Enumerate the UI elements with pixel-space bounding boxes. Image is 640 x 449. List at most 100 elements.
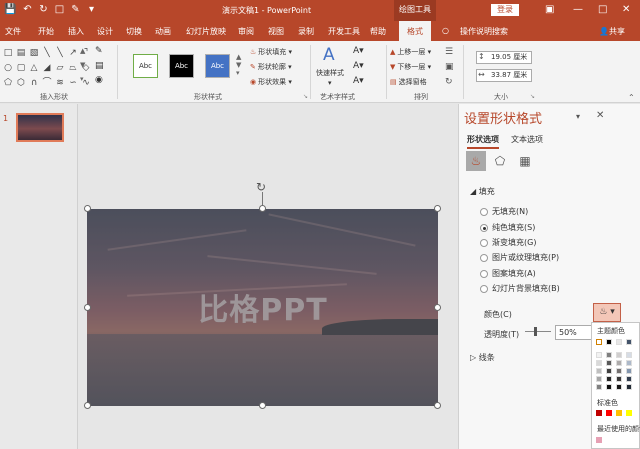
print-preview-icon[interactable]: □ — [54, 4, 64, 16]
standard-color-swatch[interactable] — [616, 410, 622, 416]
send-backward-button[interactable]: ▼ 下移一层 ▾ — [390, 62, 431, 72]
shape-trapezoid-icon[interactable]: ⏢ — [67, 62, 79, 74]
shape-rectangle-icon[interactable]: □ — [2, 47, 14, 59]
shape-textbox-icon[interactable]: ▤ — [15, 47, 27, 59]
tab-help[interactable]: 帮助 — [370, 26, 386, 37]
style-scroll-icon[interactable]: ▲ ▼ ▾ — [236, 53, 241, 77]
resize-handle-mr[interactable] — [434, 304, 441, 311]
tab-shape-options[interactable]: 形状选项 — [467, 134, 499, 149]
transparency-slider-thumb[interactable] — [534, 327, 537, 336]
resize-handle-bl[interactable] — [84, 402, 91, 409]
theme-color-swatch[interactable] — [626, 368, 632, 374]
format-painter-icon[interactable]: ✎ — [70, 4, 80, 16]
transparency-input[interactable]: 50% — [555, 325, 593, 340]
tab-developer[interactable]: 开发工具 — [328, 26, 360, 37]
shape-arrow-icon[interactable]: ↗ — [67, 47, 79, 59]
share-button[interactable]: 👤共享 — [599, 26, 625, 37]
shape-wave-icon[interactable]: ≋ — [54, 77, 66, 89]
redo-icon[interactable]: ↻ — [38, 4, 48, 16]
tab-transitions[interactable]: 切换 — [126, 26, 142, 37]
slide-thumbnail[interactable] — [16, 113, 64, 142]
standard-color-swatch[interactable] — [596, 410, 602, 416]
radio-gradient-fill[interactable]: 渐变填充(G) — [480, 237, 536, 248]
theme-color-swatch[interactable] — [626, 384, 632, 390]
theme-color-swatch[interactable] — [606, 352, 612, 358]
shape-curve-icon[interactable]: ∩ — [28, 77, 40, 89]
fill-color-button[interactable]: ♨ ▾ — [593, 303, 621, 322]
tab-text-options[interactable]: 文本选项 — [511, 134, 543, 145]
theme-color-swatch[interactable] — [616, 376, 622, 382]
save-icon[interactable]: 💾 — [4, 4, 16, 16]
shape-parallelogram-icon[interactable]: ▱ — [54, 62, 66, 74]
bring-forward-button[interactable]: ▲ 上移一层 ▾ — [390, 47, 431, 57]
shape-line-icon[interactable]: ╲ — [41, 47, 53, 59]
close-icon[interactable]: ✕ — [622, 3, 630, 17]
shape-triangle-icon[interactable]: △ — [28, 62, 40, 74]
theme-color-swatch[interactable] — [606, 376, 612, 382]
tab-file[interactable]: 文件 — [5, 26, 21, 37]
resize-handle-bm[interactable] — [259, 402, 266, 409]
text-effects-icon[interactable]: A▾ — [353, 76, 364, 86]
theme-color-swatch[interactable] — [606, 360, 612, 366]
style-preset-blue[interactable]: Abc — [205, 54, 230, 78]
tab-design[interactable]: 设计 — [97, 26, 113, 37]
standard-color-swatch[interactable] — [626, 410, 632, 416]
shape-freeform-icon[interactable]: ∽ — [67, 77, 79, 89]
resize-handle-ml[interactable] — [84, 304, 91, 311]
shape-righttri-icon[interactable]: ◢ — [41, 62, 53, 74]
standard-color-swatch[interactable] — [606, 410, 612, 416]
radio-no-fill[interactable]: 无填充(N) — [480, 206, 528, 217]
effects-pentagon-icon[interactable]: ⬠ — [490, 151, 510, 171]
text-box-icon[interactable]: ▤ — [95, 61, 104, 71]
tell-me-search[interactable]: 操作说明搜索 — [460, 26, 508, 37]
shape-gallery[interactable]: □ ▤ ▧ ╲ ╲ ↗ ⌝ ○ ▢ △ ◢ ▱ ⏢ ◇ ⬠ ⬡ ∩ ⌒ ≋ ∽ … — [2, 47, 92, 91]
radio-picture-fill[interactable]: 图片或纹理填充(P) — [480, 252, 559, 263]
minimize-icon[interactable]: — — [573, 3, 583, 17]
restore-icon[interactable]: □ — [598, 3, 607, 17]
theme-color-swatch[interactable] — [616, 368, 622, 374]
collapse-ribbon-icon[interactable]: ⌃ — [628, 93, 635, 102]
shape-hexagon-icon[interactable]: ⬡ — [15, 77, 27, 89]
resize-handle-tm[interactable] — [259, 205, 266, 212]
size-dialog-launcher-icon[interactable]: ↘ — [530, 93, 535, 100]
theme-color-swatch[interactable] — [596, 376, 602, 382]
fill-section-header[interactable]: ◢ 填充 — [470, 186, 495, 197]
shape-outline-button[interactable]: ✎ 形状轮廓 ▾ — [250, 62, 292, 72]
merge-shapes-icon[interactable]: ◉ — [95, 75, 103, 85]
radio-pattern-fill[interactable]: 图案填充(A) — [480, 268, 536, 279]
gallery-scroll-up-icon[interactable]: ▲ — [80, 47, 85, 55]
style-preset-black[interactable]: Abc — [169, 54, 194, 78]
align-icon[interactable]: ☰ — [445, 47, 453, 57]
group-icon[interactable]: ▣ — [445, 62, 454, 72]
tab-slideshow[interactable]: 幻灯片放映 — [186, 26, 226, 37]
theme-color-swatch[interactable] — [616, 384, 622, 390]
ribbon-display-icon[interactable]: ▣ — [545, 3, 554, 17]
line-section-header[interactable]: ▷ 线条 — [470, 352, 495, 363]
theme-color-swatch[interactable] — [596, 384, 602, 390]
resize-handle-tr[interactable] — [434, 205, 441, 212]
quick-styles-dropdown-icon[interactable]: ▾ — [328, 79, 332, 87]
theme-color-swatch[interactable] — [606, 384, 612, 390]
size-properties-icon[interactable]: ▦ — [515, 151, 535, 171]
theme-color-swatch[interactable] — [606, 339, 612, 345]
slide-text[interactable]: 比格PPT — [88, 293, 438, 329]
theme-color-swatch[interactable] — [596, 352, 602, 358]
tab-record[interactable]: 录制 — [298, 26, 314, 37]
shape-square-icon[interactable]: ▢ — [15, 62, 27, 74]
text-outline-icon[interactable]: A▾ — [353, 61, 364, 71]
shape-oval-icon[interactable]: ○ — [2, 62, 14, 74]
rotate-icon[interactable]: ↻ — [445, 77, 453, 87]
tab-insert[interactable]: 插入 — [68, 26, 84, 37]
transparency-slider-track[interactable] — [525, 331, 551, 332]
style-preset-white[interactable]: Abc — [133, 54, 158, 78]
shape-vtextbox-icon[interactable]: ▧ — [28, 47, 40, 59]
theme-color-swatch[interactable] — [596, 360, 602, 366]
tab-animations[interactable]: 动画 — [155, 26, 171, 37]
shape-effects-button[interactable]: ◉ 形状效果 ▾ — [250, 77, 292, 87]
shape-fill-button[interactable]: ♨ 形状填充 ▾ — [250, 47, 292, 57]
pane-close-icon[interactable]: ✕ — [596, 110, 604, 121]
theme-color-swatch[interactable] — [626, 376, 632, 382]
shape-line2-icon[interactable]: ╲ — [54, 47, 66, 59]
tab-home[interactable]: 开始 — [38, 26, 54, 37]
theme-color-swatch[interactable] — [606, 368, 612, 374]
